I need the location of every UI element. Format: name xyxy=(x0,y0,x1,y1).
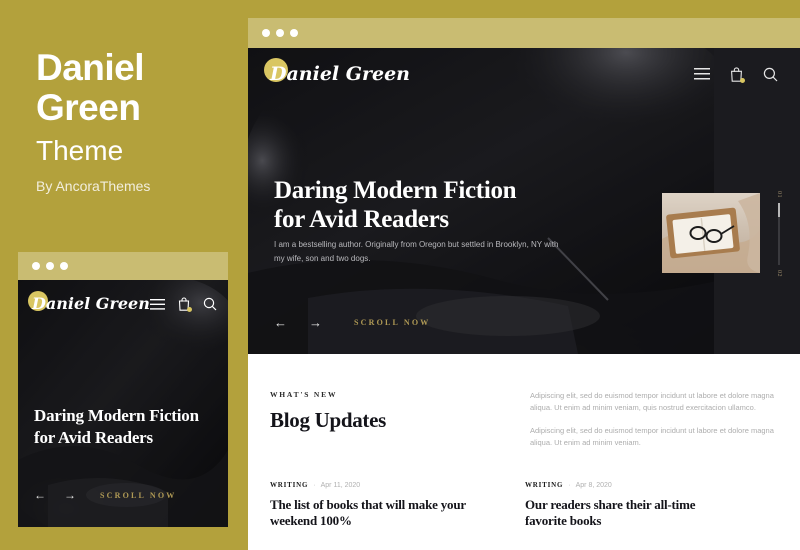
slider-prev-arrow-icon[interactable]: ← xyxy=(34,489,46,501)
desktop-window-titlebar xyxy=(248,18,800,48)
post-title[interactable]: The list of books that will make your we… xyxy=(270,497,475,529)
mobile-preview-window: Daniel Green Daring Modern Fiction for A… xyxy=(18,252,228,527)
intro-paragraph: Adipiscing elit, sed do euismod tempor i… xyxy=(530,426,774,447)
slider-next-arrow-icon[interactable]: → xyxy=(309,316,322,329)
hero-section: Daniel Green Daring Modern Fiction for A… xyxy=(248,48,800,354)
book-and-glasses-photo xyxy=(662,193,760,273)
scroll-now-label[interactable]: SCROLL NOW xyxy=(354,318,430,327)
mobile-scroll-now-label[interactable]: SCROLL NOW xyxy=(100,491,176,500)
hamburger-menu-icon[interactable] xyxy=(149,298,165,310)
slide-number-total: 02 xyxy=(776,270,782,277)
shopping-bag-button[interactable] xyxy=(730,66,745,83)
promo-subtitle: Theme xyxy=(36,135,124,166)
mobile-hero-title-line1: Daring Modern Fiction xyxy=(34,406,199,425)
hero-title: Daring Modern Fiction for Avid Readers xyxy=(274,176,604,234)
search-icon[interactable] xyxy=(763,67,778,82)
site-logo-text: Daniel Green xyxy=(270,63,410,85)
mobile-window-titlebar xyxy=(18,252,228,280)
mobile-hero-section: Daniel Green Daring Modern Fiction for A… xyxy=(18,280,228,527)
promo-byline: By AncoraThemes xyxy=(36,178,151,194)
slide-progress-track[interactable] xyxy=(778,203,780,265)
hero-slider-controls: ← → SCROLL NOW xyxy=(274,316,430,329)
hamburger-menu-icon[interactable] xyxy=(694,68,710,80)
hero-title-line2: for Avid Readers xyxy=(274,206,449,233)
site-nav-icons xyxy=(694,66,778,83)
hero-subtitle: I am a bestselling author. Originally fr… xyxy=(274,240,559,263)
window-dot-close[interactable] xyxy=(32,262,40,270)
post-category[interactable]: WRITING xyxy=(525,481,563,489)
promo-title-line2: Green xyxy=(36,87,141,128)
intro-paragraph: Adipiscing elit, sed do euismod tempor i… xyxy=(530,391,774,412)
slider-prev-arrow-icon[interactable]: ← xyxy=(274,316,287,329)
list-item[interactable]: WRITING · Apr 11, 2020 The list of books… xyxy=(270,481,525,529)
post-date: Apr 11, 2020 xyxy=(320,481,361,489)
post-date: Apr 8, 2020 xyxy=(575,481,612,489)
promo-title: Daniel Green xyxy=(36,48,236,128)
list-item[interactable]: WRITING · Apr 8, 2020 Our readers share … xyxy=(525,481,780,529)
mobile-slider-controls: ← → SCROLL NOW xyxy=(34,489,176,501)
mobile-logo-text: Daniel Green xyxy=(32,294,150,313)
post-meta-separator: · xyxy=(313,481,316,489)
hero-title-line1: Daring Modern Fiction xyxy=(274,177,517,204)
post-meta: WRITING · Apr 11, 2020 xyxy=(270,481,525,489)
mobile-nav-icons xyxy=(149,297,217,312)
window-dot-minimize[interactable] xyxy=(276,29,284,37)
window-dot-minimize[interactable] xyxy=(46,262,54,270)
slider-next-arrow-icon[interactable]: → xyxy=(64,489,76,501)
window-dot-maximize[interactable] xyxy=(290,29,298,37)
window-dot-close[interactable] xyxy=(262,29,270,37)
mobile-site-header: Daniel Green xyxy=(18,280,228,328)
post-title[interactable]: Our readers share their all-time favorit… xyxy=(525,497,730,529)
window-control-dots xyxy=(262,29,298,37)
slide-number-current: 01 xyxy=(776,191,782,198)
blog-post-list: WRITING · Apr 11, 2020 The list of books… xyxy=(270,481,780,529)
blog-updates-section: WHAT'S NEW Blog Updates Adipiscing elit,… xyxy=(248,354,800,550)
window-control-dots xyxy=(32,262,68,270)
search-icon[interactable] xyxy=(203,297,217,311)
hero-slide-thumbnail[interactable] xyxy=(662,193,760,273)
post-meta: WRITING · Apr 8, 2020 xyxy=(525,481,780,489)
blog-intro-column: Adipiscing elit, sed do euismod tempor i… xyxy=(530,390,778,460)
cart-count-badge xyxy=(740,77,745,83)
promo-title-line1: Daniel xyxy=(36,47,145,88)
mobile-logo[interactable]: Daniel Green xyxy=(28,291,150,314)
mobile-hero-title: Daring Modern Fiction for Avid Readers xyxy=(34,405,214,449)
post-category[interactable]: WRITING xyxy=(270,481,308,489)
slide-progress-fill xyxy=(778,203,780,217)
cart-count-badge xyxy=(186,307,192,312)
post-meta-separator: · xyxy=(568,481,571,489)
site-logo[interactable]: Daniel Green xyxy=(264,58,694,85)
mobile-hero-title-line2: for Avid Readers xyxy=(34,428,153,447)
site-header: Daniel Green xyxy=(248,48,800,100)
window-dot-maximize[interactable] xyxy=(60,262,68,270)
hero-slide-pagination: 01 02 xyxy=(776,191,782,277)
shopping-bag-button[interactable] xyxy=(178,297,192,312)
desktop-preview-window: Daniel Green Daring Modern Fiction for A… xyxy=(248,18,800,550)
